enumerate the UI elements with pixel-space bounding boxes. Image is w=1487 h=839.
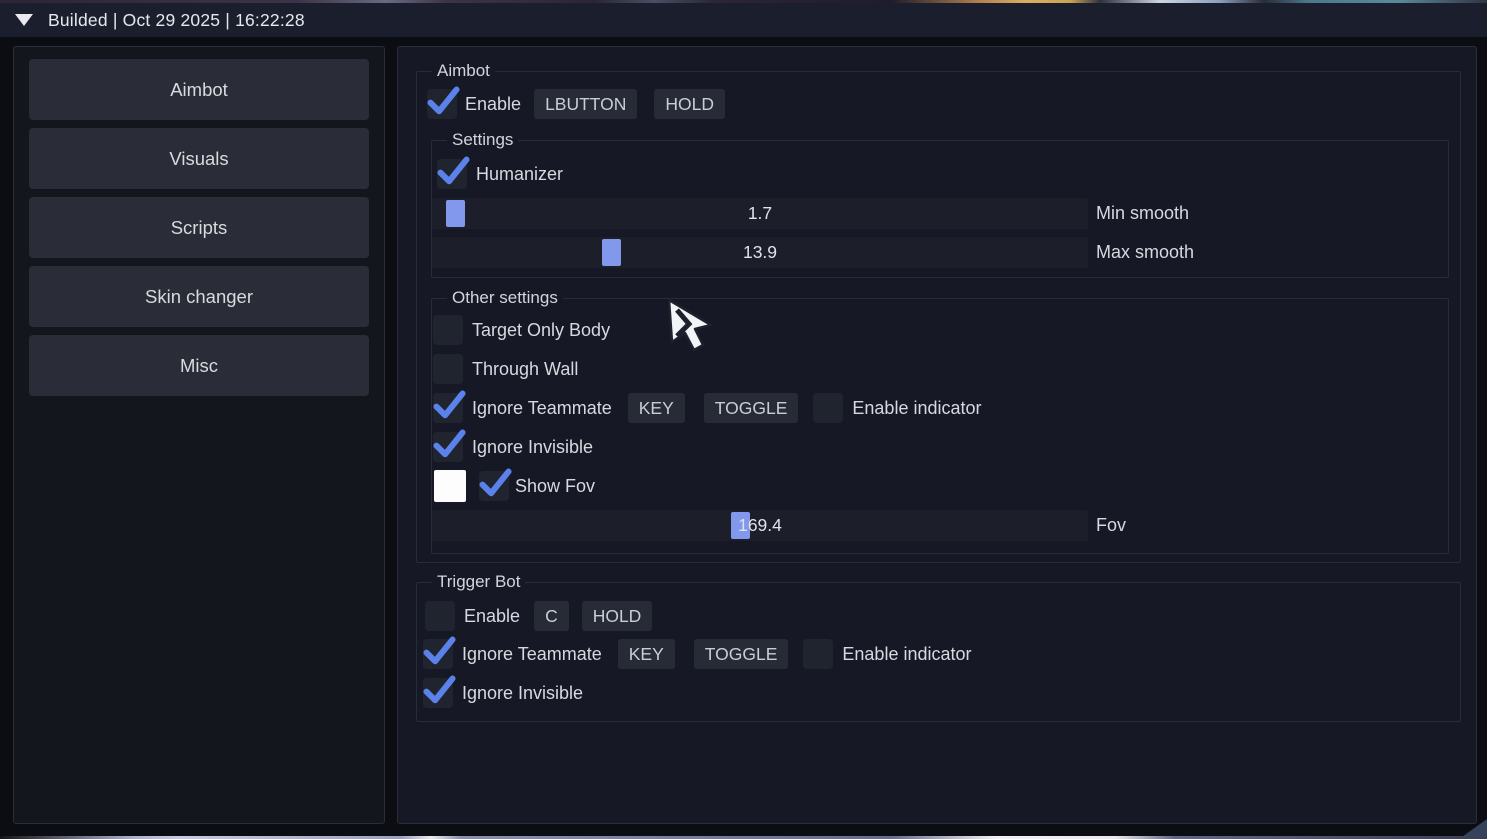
check-icon xyxy=(435,153,472,190)
aimbot-ignore-invisible-row: Ignore Invisible xyxy=(433,432,1448,462)
target-only-body-row: Target Only Body xyxy=(433,315,1448,345)
screen: Builded | Oct 29 2025 | 16:22:28 Aimbot … xyxy=(0,0,1487,839)
humanizer-row: Humanizer xyxy=(437,159,1448,189)
window-title: Builded | Oct 29 2025 | 16:22:28 xyxy=(48,10,305,31)
through-wall-row: Through Wall xyxy=(433,354,1448,384)
aimbot-section-title: Aimbot xyxy=(432,61,495,81)
through-wall-label: Through Wall xyxy=(472,359,578,380)
max-smooth-label: Max smooth xyxy=(1096,242,1194,263)
max-smooth-slider-handle[interactable] xyxy=(602,239,621,266)
fov-row: 169.4 Fov xyxy=(432,510,1448,541)
check-icon xyxy=(431,387,468,424)
check-icon xyxy=(425,83,462,120)
min-smooth-value: 1.7 xyxy=(432,198,1088,229)
ignore-invisible-checkbox[interactable] xyxy=(433,432,463,462)
fov-value: 169.4 xyxy=(432,510,1088,541)
aimbot-keybind-button[interactable]: LBUTTON xyxy=(534,89,637,119)
ignore-teammate-keybind-button[interactable]: KEY xyxy=(628,393,685,423)
aimbot-enable-indicator-checkbox[interactable] xyxy=(813,393,843,423)
ignore-invisible-label: Ignore Invisible xyxy=(472,437,593,458)
max-smooth-slider[interactable]: 13.9 xyxy=(432,237,1088,268)
triggerbot-ignore-invisible-checkbox[interactable] xyxy=(423,678,453,708)
max-smooth-value: 13.9 xyxy=(432,237,1088,268)
triggerbot-ignore-teammate-label: Ignore Teammate xyxy=(462,644,602,665)
through-wall-checkbox[interactable] xyxy=(433,354,463,384)
check-icon xyxy=(421,633,458,670)
sidebar-tab-visuals[interactable]: Visuals xyxy=(29,128,369,189)
humanizer-label: Humanizer xyxy=(476,164,563,185)
triggerbot-enable-label: Enable xyxy=(464,606,520,627)
show-fov-label: Show Fov xyxy=(515,476,595,497)
settings-group: Settings Humanizer 1.7 Min smooth xyxy=(431,140,1449,278)
triggerbot-ignore-teammate-keybind-button[interactable]: KEY xyxy=(618,639,675,669)
aimbot-enable-checkbox[interactable] xyxy=(427,89,457,119)
min-smooth-slider[interactable]: 1.7 xyxy=(432,198,1088,229)
fov-label: Fov xyxy=(1096,515,1126,536)
sidebar-tab-scripts[interactable]: Scripts xyxy=(29,197,369,258)
triggerbot-keybind-button[interactable]: C xyxy=(534,601,569,631)
triggerbot-section-title: Trigger Bot xyxy=(432,572,525,592)
other-settings-group: Other settings Target Only Body xyxy=(431,298,1449,554)
triggerbot-enable-row: Enable C HOLD xyxy=(425,601,1460,631)
fov-slider-handle[interactable] xyxy=(731,512,750,539)
humanizer-checkbox[interactable] xyxy=(437,159,467,189)
min-smooth-label: Min smooth xyxy=(1096,203,1189,224)
show-fov-checkbox[interactable] xyxy=(479,471,509,501)
check-icon xyxy=(421,672,458,709)
show-fov-row: Show Fov xyxy=(434,470,1448,502)
aimbot-keymode-button[interactable]: HOLD xyxy=(654,89,725,119)
triggerbot-keymode-button[interactable]: HOLD xyxy=(582,601,653,631)
sidebar-tab-misc[interactable]: Misc xyxy=(29,335,369,396)
triggerbot-ignore-invisible-row: Ignore Invisible xyxy=(423,678,1460,708)
max-smooth-row: 13.9 Max smooth xyxy=(432,237,1448,268)
ignore-teammate-label: Ignore Teammate xyxy=(472,398,612,419)
aimbot-enable-label: Enable xyxy=(465,94,521,115)
sidebar-tab-skin-changer[interactable]: Skin changer xyxy=(29,266,369,327)
sidebar-tab-aimbot[interactable]: Aimbot xyxy=(29,59,369,120)
other-settings-group-title: Other settings xyxy=(447,288,563,308)
triggerbot-ignore-teammate-keymode-button[interactable]: TOGGLE xyxy=(694,639,789,669)
check-icon xyxy=(477,465,514,502)
target-only-body-checkbox[interactable] xyxy=(433,315,463,345)
aimbot-section: Aimbot Enable LBUTTON HOLD Settings xyxy=(416,71,1461,563)
main-panel: Aimbot Enable LBUTTON HOLD Settings xyxy=(397,46,1477,824)
min-smooth-slider-handle[interactable] xyxy=(446,200,465,227)
sidebar: Aimbot Visuals Scripts Skin changer Misc xyxy=(13,46,385,824)
ignore-teammate-keymode-button[interactable]: TOGGLE xyxy=(704,393,799,423)
target-only-body-label: Target Only Body xyxy=(472,320,610,341)
aimbot-enable-row: Enable LBUTTON HOLD xyxy=(427,89,1460,119)
triggerbot-section: Trigger Bot Enable C HOLD Ignore Teamma xyxy=(416,582,1461,722)
aimbot-ignore-teammate-row: Ignore Teammate KEY TOGGLE Enable indica… xyxy=(433,393,1448,423)
ignore-teammate-checkbox[interactable] xyxy=(433,393,463,423)
triggerbot-enable-indicator-label: Enable indicator xyxy=(842,644,971,665)
triggerbot-ignore-invisible-label: Ignore Invisible xyxy=(462,683,583,704)
window-titlebar: Builded | Oct 29 2025 | 16:22:28 xyxy=(0,3,1487,37)
collapse-arrow-icon[interactable] xyxy=(15,14,33,26)
check-icon xyxy=(431,426,468,463)
min-smooth-row: 1.7 Min smooth xyxy=(432,198,1448,229)
triggerbot-enable-checkbox[interactable] xyxy=(425,601,455,631)
aimbot-enable-indicator-label: Enable indicator xyxy=(852,398,981,419)
triggerbot-ignore-teammate-checkbox[interactable] xyxy=(423,639,453,669)
fov-slider[interactable]: 169.4 xyxy=(432,510,1088,541)
settings-group-title: Settings xyxy=(447,130,518,150)
fov-color-swatch[interactable] xyxy=(434,470,466,502)
triggerbot-enable-indicator-checkbox[interactable] xyxy=(803,639,833,669)
triggerbot-ignore-teammate-row: Ignore Teammate KEY TOGGLE Enable indica… xyxy=(423,639,1460,669)
